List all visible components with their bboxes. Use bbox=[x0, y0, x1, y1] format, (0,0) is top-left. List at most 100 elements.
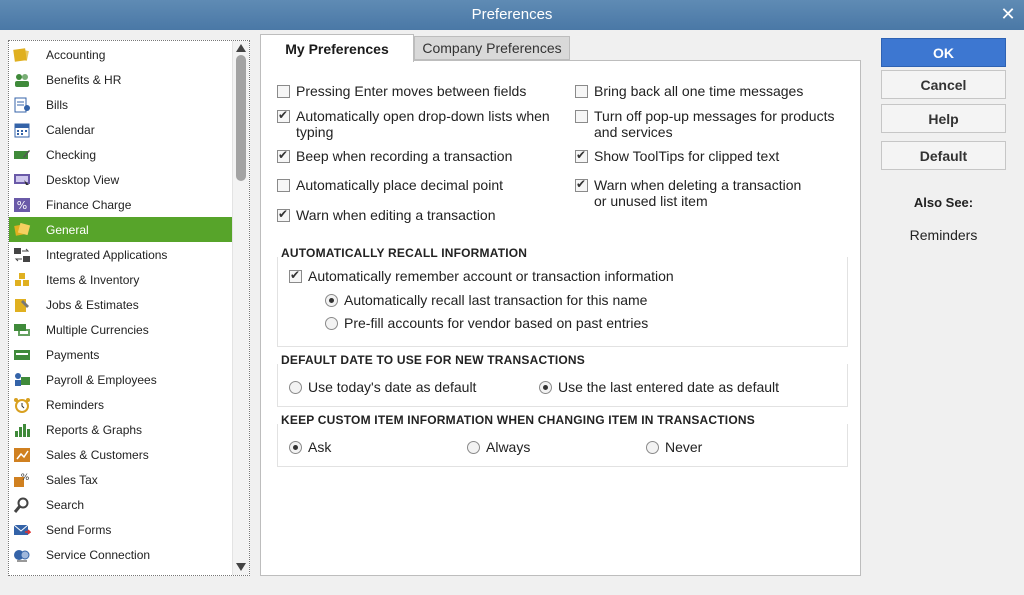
sidebar-item-jobs-estimates[interactable]: Jobs & Estimates bbox=[9, 292, 232, 317]
sidebar-item-general[interactable]: General bbox=[9, 217, 232, 242]
radio[interactable] bbox=[646, 440, 659, 454]
sidebar-scrollbar[interactable] bbox=[232, 41, 249, 575]
warn-editing-checkbox[interactable]: Warn when editing a transaction bbox=[277, 207, 567, 223]
sales-icon bbox=[12, 447, 32, 463]
accounting-icon bbox=[12, 47, 32, 63]
ask-radio[interactable]: Ask bbox=[289, 439, 331, 455]
sidebar-item-label: Jobs & Estimates bbox=[46, 297, 139, 312]
sidebar-item-label: Benefits & HR bbox=[46, 72, 122, 87]
sidebar-item-finance-charge[interactable]: % Finance Charge bbox=[9, 192, 232, 217]
checkbox[interactable] bbox=[575, 110, 588, 123]
recall-last-transaction-radio[interactable]: Automatically recall last transaction fo… bbox=[325, 292, 647, 308]
checkbox[interactable] bbox=[277, 85, 290, 98]
sidebar-item-send-forms[interactable]: Send Forms bbox=[9, 517, 232, 542]
window-title: Preferences bbox=[471, 6, 553, 23]
sidebar-item-label: Send Forms bbox=[46, 522, 112, 537]
radio[interactable] bbox=[289, 440, 302, 454]
currencies-icon bbox=[12, 322, 32, 338]
svg-text:%: % bbox=[21, 473, 30, 483]
radio[interactable] bbox=[467, 440, 480, 454]
sidebar-item-label: Sales & Customers bbox=[46, 447, 149, 462]
close-icon[interactable]: ✕ bbox=[1000, 4, 1016, 25]
checkbox-label: Warn when editing a transaction bbox=[296, 207, 496, 223]
turn-off-popups-checkbox[interactable]: Turn off pop-up messages for products an… bbox=[575, 108, 859, 140]
sidebar-item-integrated-applications[interactable]: Integrated Applications bbox=[9, 242, 232, 267]
people-icon bbox=[12, 72, 32, 88]
never-radio[interactable]: Never bbox=[646, 439, 702, 455]
sidebar-item-label: Reminders bbox=[46, 397, 105, 412]
checkbox[interactable] bbox=[277, 207, 290, 222]
auto-open-dropdown-checkbox[interactable]: Automatically open drop-down lists when … bbox=[277, 108, 567, 140]
cancel-button[interactable]: Cancel bbox=[881, 70, 1006, 99]
sidebar-item-bills[interactable]: Bills bbox=[9, 92, 232, 117]
sidebar-item-benefits-hr[interactable]: Benefits & HR bbox=[9, 67, 232, 92]
radio[interactable] bbox=[325, 293, 338, 307]
custom-item-section-box bbox=[277, 424, 848, 467]
radio-label: Never bbox=[665, 439, 703, 455]
sidebar-item-label: Integrated Applications bbox=[46, 247, 168, 262]
checkbox[interactable] bbox=[575, 85, 588, 98]
radio-label: Always bbox=[486, 439, 531, 455]
sidebar-item-reports-graphs[interactable]: Reports & Graphs bbox=[9, 417, 232, 442]
warn-deleting-checkbox[interactable]: Warn when deleting a transaction or unus… bbox=[575, 177, 815, 209]
sidebar-item-search[interactable]: Search bbox=[9, 492, 232, 517]
always-radio[interactable]: Always bbox=[467, 439, 530, 455]
help-button[interactable]: Help bbox=[881, 104, 1006, 133]
search-icon bbox=[12, 497, 32, 513]
checkbox[interactable] bbox=[575, 177, 588, 192]
general-icon bbox=[12, 222, 32, 238]
prefill-vendor-accounts-radio[interactable]: Pre-fill accounts for vendor based on pa… bbox=[325, 315, 648, 331]
sidebar-item-items-inventory[interactable]: Items & Inventory bbox=[9, 267, 232, 292]
checkbox[interactable] bbox=[289, 268, 302, 283]
sidebar-item-payroll-employees[interactable]: Payroll & Employees bbox=[9, 367, 232, 392]
enter-moves-fields-checkbox[interactable]: Pressing Enter moves between fields bbox=[277, 83, 567, 99]
auto-decimal-checkbox[interactable]: Automatically place decimal point bbox=[277, 177, 567, 193]
sidebar-item-multiple-currencies[interactable]: Multiple Currencies bbox=[9, 317, 232, 342]
bills-icon bbox=[12, 97, 32, 113]
scroll-down-icon[interactable] bbox=[236, 563, 246, 571]
reminders-link[interactable]: Reminders bbox=[881, 227, 1006, 243]
sidebar-item-label: Calendar bbox=[46, 122, 95, 137]
tab-company-preferences[interactable]: Company Preferences bbox=[414, 36, 570, 60]
sidebar-item-accounting[interactable]: Accounting bbox=[9, 42, 232, 67]
show-tooltips-checkbox[interactable]: Show ToolTips for clipped text bbox=[575, 148, 859, 164]
sidebar-item-label: General bbox=[46, 222, 89, 237]
checkbox[interactable] bbox=[277, 108, 290, 123]
checkbox-label: Automatically open drop-down lists when … bbox=[296, 108, 550, 140]
sidebar-item-label: Checking bbox=[46, 147, 97, 162]
beep-recording-checkbox[interactable]: Beep when recording a transaction bbox=[277, 148, 567, 164]
default-button[interactable]: Default bbox=[881, 141, 1006, 170]
checkbox[interactable] bbox=[277, 179, 290, 192]
checkbox[interactable] bbox=[277, 148, 290, 163]
bar-chart-icon bbox=[12, 422, 32, 438]
tab-my-preferences[interactable]: My Preferences bbox=[260, 34, 414, 62]
sidebar-item-label: Items & Inventory bbox=[46, 272, 140, 287]
checkbox[interactable] bbox=[575, 148, 588, 163]
inventory-icon bbox=[12, 272, 32, 288]
tab-label: My Preferences bbox=[285, 40, 389, 57]
sidebar-item-label: Sales Tax bbox=[46, 472, 98, 487]
sidebar-item-label: Desktop View bbox=[46, 172, 120, 187]
sidebar-item-checking[interactable]: Checking bbox=[9, 142, 232, 167]
sidebar-item-sales-customers[interactable]: Sales & Customers bbox=[9, 442, 232, 467]
radio[interactable] bbox=[539, 380, 552, 394]
use-last-entered-date-radio[interactable]: Use the last entered date as default bbox=[539, 379, 779, 395]
radio[interactable] bbox=[325, 316, 338, 330]
sidebar-item-label: Search bbox=[46, 497, 85, 512]
scroll-thumb[interactable] bbox=[236, 55, 246, 181]
category-list-items: Accounting Benefits & HR Bills Calendar Chec… bbox=[9, 41, 232, 575]
sidebar-item-service-connection[interactable]: Service Connection bbox=[9, 542, 232, 567]
sidebar-item-desktop-view[interactable]: Desktop View bbox=[9, 167, 232, 192]
remember-account-checkbox[interactable]: Automatically remember account or transa… bbox=[289, 268, 674, 284]
radio[interactable] bbox=[289, 380, 302, 394]
sidebar-item-sales-tax[interactable]: % Sales Tax bbox=[9, 467, 232, 492]
sidebar-item-payments[interactable]: Payments bbox=[9, 342, 232, 367]
ok-button[interactable]: OK bbox=[881, 38, 1006, 67]
checkbox-label: Bring back all one time messages bbox=[594, 83, 804, 99]
sidebar-item-calendar[interactable]: Calendar bbox=[9, 117, 232, 142]
use-today-date-radio[interactable]: Use today's date as default bbox=[289, 379, 476, 395]
checkbox-label: Automatically place decimal point bbox=[296, 177, 503, 193]
bring-back-messages-checkbox[interactable]: Bring back all one time messages bbox=[575, 83, 859, 99]
scroll-up-icon[interactable] bbox=[236, 44, 246, 52]
sidebar-item-reminders[interactable]: Reminders bbox=[9, 392, 232, 417]
